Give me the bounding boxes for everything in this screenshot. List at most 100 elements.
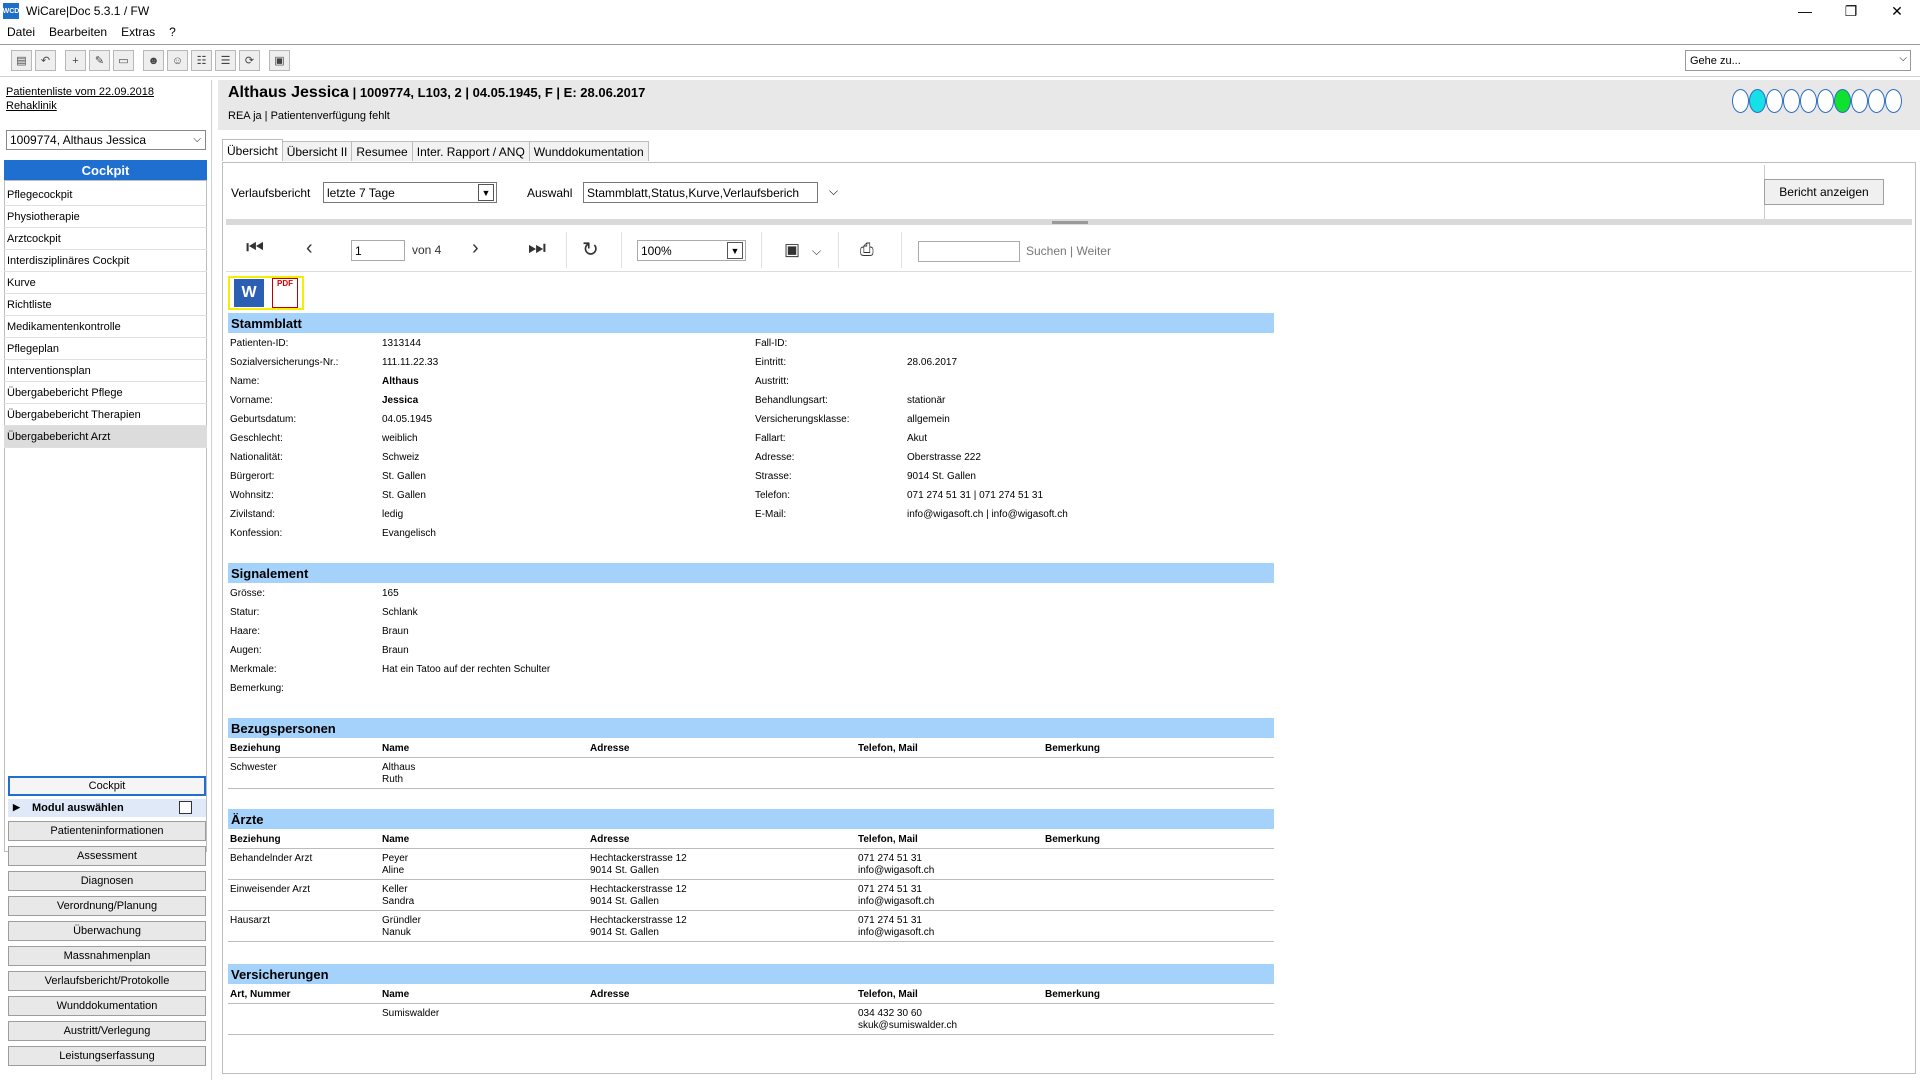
status-pill[interactable] bbox=[1800, 89, 1817, 113]
module-button-verordnung[interactable]: Verordnung/Planung bbox=[8, 896, 206, 916]
user-icon[interactable]: ☺ bbox=[167, 50, 188, 71]
group-icon[interactable]: ☷ bbox=[191, 50, 212, 71]
tab-panel bbox=[222, 162, 1916, 1074]
nav-item-physiotherapie[interactable]: Physiotherapie bbox=[4, 206, 207, 228]
cell-mail: info@wigasoft.ch bbox=[858, 896, 935, 907]
module-button-leistungserfassung[interactable]: Leistungserfassung bbox=[8, 1046, 206, 1066]
window-icon[interactable]: ▭ bbox=[113, 50, 134, 71]
status-pill[interactable] bbox=[1834, 89, 1851, 113]
status-pill[interactable] bbox=[1766, 89, 1783, 113]
field-value: St. Gallen bbox=[382, 471, 426, 482]
zoom-value: 100% bbox=[641, 243, 672, 258]
module-button-verlaufsbericht[interactable]: Verlaufsbericht/Protokolle bbox=[8, 971, 206, 991]
nav-item-pflegecockpit[interactable]: Pflegecockpit bbox=[4, 184, 207, 206]
status-pill[interactable] bbox=[1868, 89, 1885, 113]
minimize-button[interactable]: — bbox=[1782, 0, 1828, 22]
tab-uebersicht[interactable]: Übersicht bbox=[222, 139, 283, 161]
next-link[interactable]: Weiter bbox=[1077, 244, 1111, 258]
users-icon[interactable]: ☻ bbox=[143, 50, 164, 71]
edit-icon[interactable]: ✎ bbox=[89, 50, 110, 71]
patientlist-link[interactable]: Patientenliste vom 22.09.2018 bbox=[6, 86, 154, 98]
first-page-icon[interactable]: ⏮ bbox=[246, 237, 264, 260]
field-value: weiblich bbox=[382, 433, 418, 444]
tab-uebersicht-ii[interactable]: Übersicht II bbox=[281, 141, 353, 161]
module-button-massnahmenplan[interactable]: Massnahmenplan bbox=[8, 946, 206, 966]
nav-item-richtliste[interactable]: Richtliste bbox=[4, 294, 207, 316]
tab-wunddokumentation[interactable]: Wunddokumentation bbox=[528, 141, 649, 161]
cell-street: Hechtackerstrasse 12 bbox=[590, 884, 687, 895]
pdf-export-icon[interactable]: PDF bbox=[272, 278, 298, 308]
field-label: Telefon: bbox=[755, 490, 791, 501]
save-export-icon[interactable]: ▣ bbox=[784, 240, 800, 260]
field-label: Zivilstand: bbox=[230, 509, 276, 520]
nav-item-interventionsplan[interactable]: Interventionsplan bbox=[4, 360, 207, 382]
clinic-link[interactable]: Rehaklinik bbox=[6, 100, 57, 112]
toolbar-separator bbox=[566, 232, 567, 268]
chevron-down-icon: ▼ bbox=[727, 242, 743, 259]
refresh-icon[interactable]: ↻ bbox=[582, 237, 599, 262]
status-pill[interactable] bbox=[1817, 89, 1834, 113]
status-pill[interactable] bbox=[1783, 89, 1800, 113]
nav-item-arztcockpit[interactable]: Arztcockpit bbox=[4, 228, 207, 250]
info-icon[interactable]: ▣ bbox=[269, 50, 290, 71]
module-button-austritt[interactable]: Austritt/Verlegung bbox=[8, 1021, 206, 1041]
page-input[interactable]: 1 bbox=[351, 240, 405, 261]
status-pill[interactable] bbox=[1885, 89, 1902, 113]
menu-bearbeiten[interactable]: Bearbeiten bbox=[42, 25, 114, 39]
print-icon[interactable]: ⎙ bbox=[860, 240, 874, 260]
patient-select[interactable]: 1009774, Althaus Jessica ⌵ bbox=[6, 130, 206, 150]
nav-item-uebergabe-therapien[interactable]: Übergabebericht Therapien bbox=[4, 404, 207, 426]
tab-resumee[interactable]: Resumee bbox=[351, 141, 413, 161]
close-button[interactable]: ✕ bbox=[1874, 0, 1920, 22]
search-input[interactable] bbox=[918, 241, 1020, 262]
save-icon[interactable]: ▤ bbox=[11, 50, 32, 71]
prev-page-icon[interactable]: ‹ bbox=[306, 237, 313, 260]
module-select[interactable]: ▶ Modul auswählen bbox=[8, 799, 206, 817]
menu-datei[interactable]: Datei bbox=[0, 25, 42, 39]
menu-extras[interactable]: Extras bbox=[114, 25, 162, 39]
status-pill[interactable] bbox=[1732, 89, 1749, 113]
aerzte-column-header: Telefon, Mail bbox=[858, 834, 918, 845]
goto-select[interactable]: Gehe zu... ⌵ bbox=[1685, 50, 1911, 71]
status-pill[interactable] bbox=[1749, 89, 1766, 113]
maximize-button[interactable]: ❐ bbox=[1828, 0, 1874, 22]
bezugspersonen-header: Bezugspersonen bbox=[228, 718, 1274, 738]
nav-item-uebergabe-arzt[interactable]: Übergabebericht Arzt bbox=[4, 426, 207, 448]
next-page-icon[interactable]: › bbox=[472, 237, 479, 260]
auswahl-input[interactable]: Stammblatt,Status,Kurve,Verlaufsberich bbox=[583, 182, 818, 203]
verlauf-select[interactable]: letzte 7 Tage ▼ bbox=[323, 182, 497, 203]
last-page-icon[interactable]: ⏭ bbox=[528, 237, 546, 260]
module-button-assessment[interactable]: Assessment bbox=[8, 846, 206, 866]
module-button-patienteninformationen[interactable]: Patienteninformationen bbox=[8, 821, 206, 841]
chevron-down-icon[interactable]: ⌵ bbox=[829, 184, 838, 199]
undo-icon[interactable]: ↶ bbox=[35, 50, 56, 71]
field-label: Versicherungsklasse: bbox=[755, 414, 850, 425]
nav-item-kurve[interactable]: Kurve bbox=[4, 272, 207, 294]
cockpit-button[interactable]: Cockpit bbox=[8, 776, 206, 796]
module-button-diagnosen[interactable]: Diagnosen bbox=[8, 871, 206, 891]
module-button-wunddokumentation[interactable]: Wunddokumentation bbox=[8, 996, 206, 1016]
field-label: Fallart: bbox=[755, 433, 786, 444]
new-icon[interactable]: + bbox=[65, 50, 86, 71]
group-edit-icon[interactable]: ☰ bbox=[215, 50, 236, 71]
nav-item-pflegeplan[interactable]: Pflegeplan bbox=[4, 338, 207, 360]
word-export-icon[interactable]: W bbox=[234, 279, 264, 307]
tab-inter-rapport[interactable]: Inter. Rapport / ANQ bbox=[411, 141, 530, 161]
show-report-button[interactable]: Bericht anzeigen bbox=[1764, 179, 1884, 205]
menu-help[interactable]: ? bbox=[162, 25, 183, 39]
cell-lastname: Althaus bbox=[382, 762, 416, 773]
zoom-select[interactable]: 100% ▼ bbox=[637, 240, 746, 261]
module-button-ueberwachung[interactable]: Überwachung bbox=[8, 921, 206, 941]
status-indicators bbox=[1732, 89, 1902, 113]
chevron-down-icon[interactable]: ⌵ bbox=[812, 244, 821, 259]
nav-item-uebergabe-pflege[interactable]: Übergabebericht Pflege bbox=[4, 382, 207, 404]
nav-item-interdisziplinaer[interactable]: Interdisziplinäres Cockpit bbox=[4, 250, 207, 272]
field-value: allgemein bbox=[907, 414, 950, 425]
search-link[interactable]: Suchen bbox=[1026, 244, 1067, 258]
status-pill[interactable] bbox=[1851, 89, 1868, 113]
refresh-icon[interactable]: ⟳ bbox=[239, 50, 260, 71]
app-icon: WCD bbox=[3, 3, 19, 19]
nav-item-medikamentenkontrolle[interactable]: Medikamentenkontrolle bbox=[4, 316, 207, 338]
module-checkbox[interactable] bbox=[179, 801, 192, 814]
splitter-grip-icon[interactable] bbox=[1052, 221, 1088, 224]
